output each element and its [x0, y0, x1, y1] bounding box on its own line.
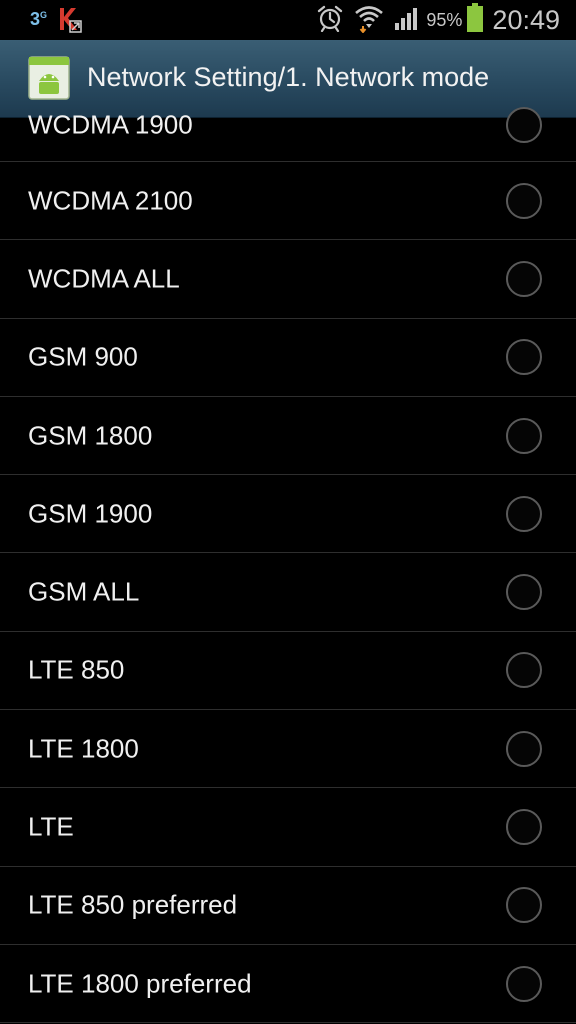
option-label: WCDMA 1900	[28, 109, 193, 140]
status-bar: 3G 95% 20:49	[0, 0, 576, 40]
option-label: WCDMA ALL	[28, 263, 180, 294]
radio-button[interactable]	[506, 965, 542, 1002]
radio-button[interactable]	[506, 809, 542, 846]
option-label: LTE	[28, 811, 74, 842]
status-right-icons: 95% 20:49	[306, 0, 560, 40]
option-label: LTE 1800 preferred	[28, 968, 252, 999]
alarm-icon	[316, 4, 344, 36]
option-label: WCDMA 2100	[28, 185, 193, 216]
network-mode-option[interactable]: WCDMA 2100	[0, 162, 576, 241]
signal-icon	[394, 5, 422, 35]
radio-button[interactable]	[506, 182, 542, 219]
option-label: LTE 1800	[28, 733, 139, 764]
network-mode-option[interactable]: WCDMA ALL	[0, 240, 576, 319]
carrier-3-icon: 3G	[30, 8, 48, 29]
option-label: GSM 900	[28, 341, 138, 372]
network-mode-option[interactable]: LTE 1800 preferred	[0, 945, 576, 1024]
battery-percent: 95%	[426, 9, 463, 30]
radio-button[interactable]	[506, 260, 542, 297]
option-label: LTE 850 preferred	[28, 889, 238, 920]
radio-button[interactable]	[506, 339, 542, 376]
network-mode-option[interactable]: LTE	[0, 788, 576, 867]
status-left-icons: 3G	[30, 5, 83, 33]
option-label: GSM 1800	[28, 420, 153, 451]
option-label: GSM 1900	[28, 498, 153, 529]
radio-button[interactable]	[506, 887, 542, 924]
radio-button[interactable]	[506, 574, 542, 611]
radio-button[interactable]	[506, 417, 542, 454]
network-mode-option[interactable]: LTE 850	[0, 632, 576, 711]
kaspersky-icon	[57, 5, 83, 33]
clock: 20:49	[492, 4, 560, 35]
radio-button[interactable]	[506, 652, 542, 689]
network-mode-option[interactable]: LTE 1800	[0, 710, 576, 789]
network-mode-option[interactable]: GSM 900	[0, 319, 576, 397]
option-label: LTE 850	[28, 654, 125, 685]
network-mode-option[interactable]: GSM 1800	[0, 397, 576, 476]
radio-button[interactable]	[506, 495, 542, 532]
network-mode-option[interactable]: WCDMA 1900	[0, 85, 576, 162]
wifi-icon	[354, 3, 384, 37]
battery-icon	[466, 3, 484, 37]
option-label: GSM ALL	[28, 576, 140, 607]
radio-button[interactable]	[506, 730, 542, 767]
network-mode-option[interactable]: GSM 1900	[0, 475, 576, 554]
radio-button[interactable]	[506, 107, 542, 143]
network-mode-option[interactable]: LTE 850 preferred	[0, 867, 576, 945]
network-mode-option[interactable]: GSM ALL	[0, 553, 576, 632]
network-mode-list: WCDMA 1900 WCDMA 2100 WCDMA ALL GSM 900 …	[0, 85, 576, 1024]
